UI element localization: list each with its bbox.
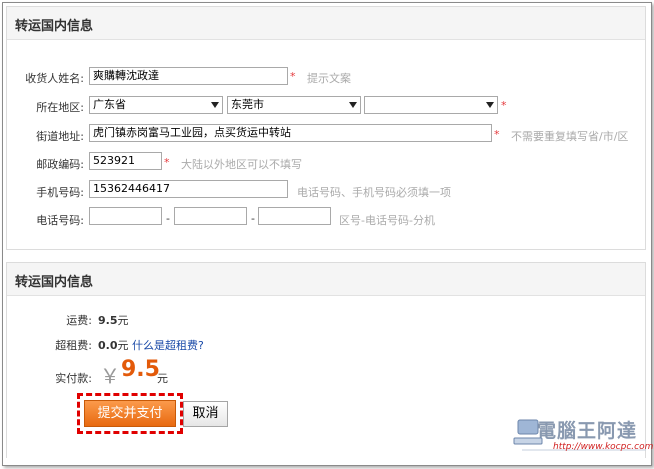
required-mark: * xyxy=(290,70,296,83)
panel-header: 转运国内信息 xyxy=(7,263,645,296)
province-select[interactable]: 广东省 xyxy=(89,96,223,114)
street-label: 街道地址: xyxy=(36,130,84,143)
watermark-url: http://www.kocpc.com.tw xyxy=(553,442,654,452)
city-select[interactable]: 东莞市 xyxy=(227,96,361,114)
freight-value: 9.5元 xyxy=(98,312,129,328)
freight-unit: 元 xyxy=(117,314,129,327)
phone-hint: 区号-电话号码-分机 xyxy=(339,214,435,227)
chevron-down-icon xyxy=(211,102,219,108)
watermark-text: 電腦王阿達 xyxy=(537,420,638,442)
mobile-label: 手机号码: xyxy=(36,186,84,199)
currency-symbol: ￥ xyxy=(100,364,120,388)
required-mark: * xyxy=(164,156,170,169)
freight-label: 运费: xyxy=(66,314,92,327)
panel-title: 转运国内信息 xyxy=(15,275,94,290)
province-value: 广东省 xyxy=(93,98,126,111)
city-value: 东莞市 xyxy=(231,98,264,111)
phone-label: 电话号码: xyxy=(36,214,84,227)
phone-separator: - xyxy=(166,212,170,225)
required-mark: * xyxy=(494,128,500,141)
region-label: 所在地区: xyxy=(36,101,84,114)
surcharge-amount: 0.0 xyxy=(98,339,118,352)
cancel-button[interactable]: 取消 xyxy=(183,401,228,427)
street-hint: 不需要重复填写省/市/区 xyxy=(511,130,629,143)
submit-and-pay-button[interactable]: 提交并支付 xyxy=(84,400,176,427)
total-amount: 9.5 xyxy=(121,357,160,382)
surcharge-unit: 元 xyxy=(117,339,129,352)
district-select[interactable] xyxy=(364,96,498,114)
freight-amount: 9.5 xyxy=(98,314,118,327)
total-label: 实付款: xyxy=(55,372,92,385)
zip-hint: 大陆以外地区可以不填写 xyxy=(181,158,302,171)
mobile-hint: 电话号码、手机号码必须填一项 xyxy=(297,186,451,199)
chevron-down-icon xyxy=(349,102,357,108)
name-hint: 提示文案 xyxy=(307,72,351,85)
recipient-name-input[interactable]: 爽購轉沈政達 xyxy=(89,67,288,85)
panel-header: 转运国内信息 xyxy=(7,7,645,40)
zip-label: 邮政编码: xyxy=(36,158,84,171)
chevron-down-icon xyxy=(486,102,494,108)
phone-number-input[interactable] xyxy=(174,207,247,225)
surcharge-label: 超租费: xyxy=(55,339,92,352)
zip-code-input[interactable]: 523921 xyxy=(89,152,162,170)
surcharge-help-link[interactable]: 什么是超租费? xyxy=(132,337,204,353)
phone-extension-input[interactable] xyxy=(258,207,331,225)
panel-title: 转运国内信息 xyxy=(15,19,94,34)
mobile-input[interactable]: 15362446417 xyxy=(89,180,288,198)
phone-area-input[interactable] xyxy=(89,207,162,225)
total-unit: 元 xyxy=(157,372,168,385)
name-label: 收货人姓名: xyxy=(25,72,84,85)
surcharge-value: 0.0元 xyxy=(98,337,129,353)
phone-separator: - xyxy=(251,212,255,225)
required-mark: * xyxy=(501,99,507,112)
street-address-input[interactable]: 虎门镇赤岗富马工业园，点买货运中转站 xyxy=(89,124,492,142)
